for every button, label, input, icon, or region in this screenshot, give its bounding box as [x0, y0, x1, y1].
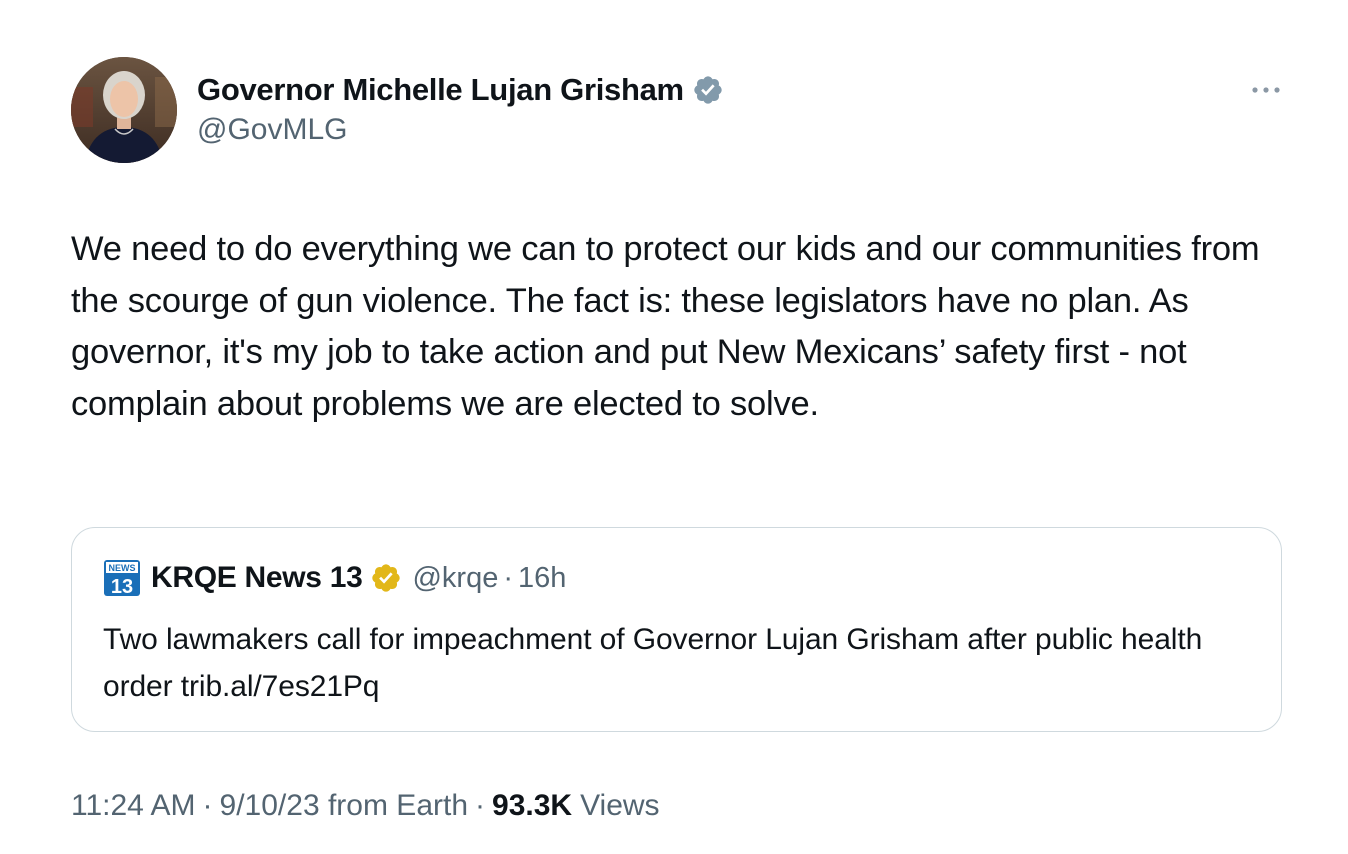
ellipsis-icon: [1252, 87, 1280, 93]
separator-dot: ·: [475, 789, 486, 822]
quoted-tweet-text: Two lawmakers call for impeachment of Go…: [103, 623, 1203, 703]
svg-text:13: 13: [111, 576, 133, 597]
separator-dot: ·: [202, 789, 213, 822]
author-name[interactable]: Governor Michelle Lujan Grisham: [197, 72, 684, 108]
separator-dot: ·: [503, 561, 514, 594]
author-handle[interactable]: @GovMLG: [197, 113, 347, 147]
tweet-text: We need to do everything we can to prote…: [71, 230, 1260, 423]
tweet-meta: 11:24 AM · 9/10/23 from Earth · 93.3K Vi…: [71, 784, 660, 828]
tweet: Governor Michelle Lujan Grisham @GovMLG …: [0, 0, 1348, 854]
tweet-source: from Earth: [327, 789, 469, 822]
quoted-author-name[interactable]: KRQE News 13: [151, 561, 363, 595]
quoted-author-handle[interactable]: @krqe: [412, 562, 498, 595]
views-count: 93.3K: [492, 789, 573, 822]
tweet-time[interactable]: 11:24 AM: [71, 789, 196, 823]
author-avatar[interactable]: [71, 57, 177, 163]
quoted-tweet-card[interactable]: NEWS 13 KRQE News 13 @krqe · 16h Two law…: [71, 527, 1282, 732]
verified-business-badge-icon[interactable]: [370, 562, 402, 594]
verified-badge-icon[interactable]: [692, 74, 724, 106]
author-name-row: Governor Michelle Lujan Grisham: [197, 70, 724, 110]
more-options-button[interactable]: [1244, 76, 1288, 104]
views-label: Views: [580, 789, 660, 822]
tweet-date[interactable]: 9/10/23: [220, 789, 320, 823]
svg-text:NEWS: NEWS: [109, 563, 136, 573]
krqe-logo-icon[interactable]: NEWS 13: [103, 559, 141, 597]
quoted-tweet-header: NEWS 13 KRQE News 13 @krqe · 16h: [103, 558, 566, 598]
quoted-tweet-time[interactable]: 16h: [518, 562, 566, 595]
